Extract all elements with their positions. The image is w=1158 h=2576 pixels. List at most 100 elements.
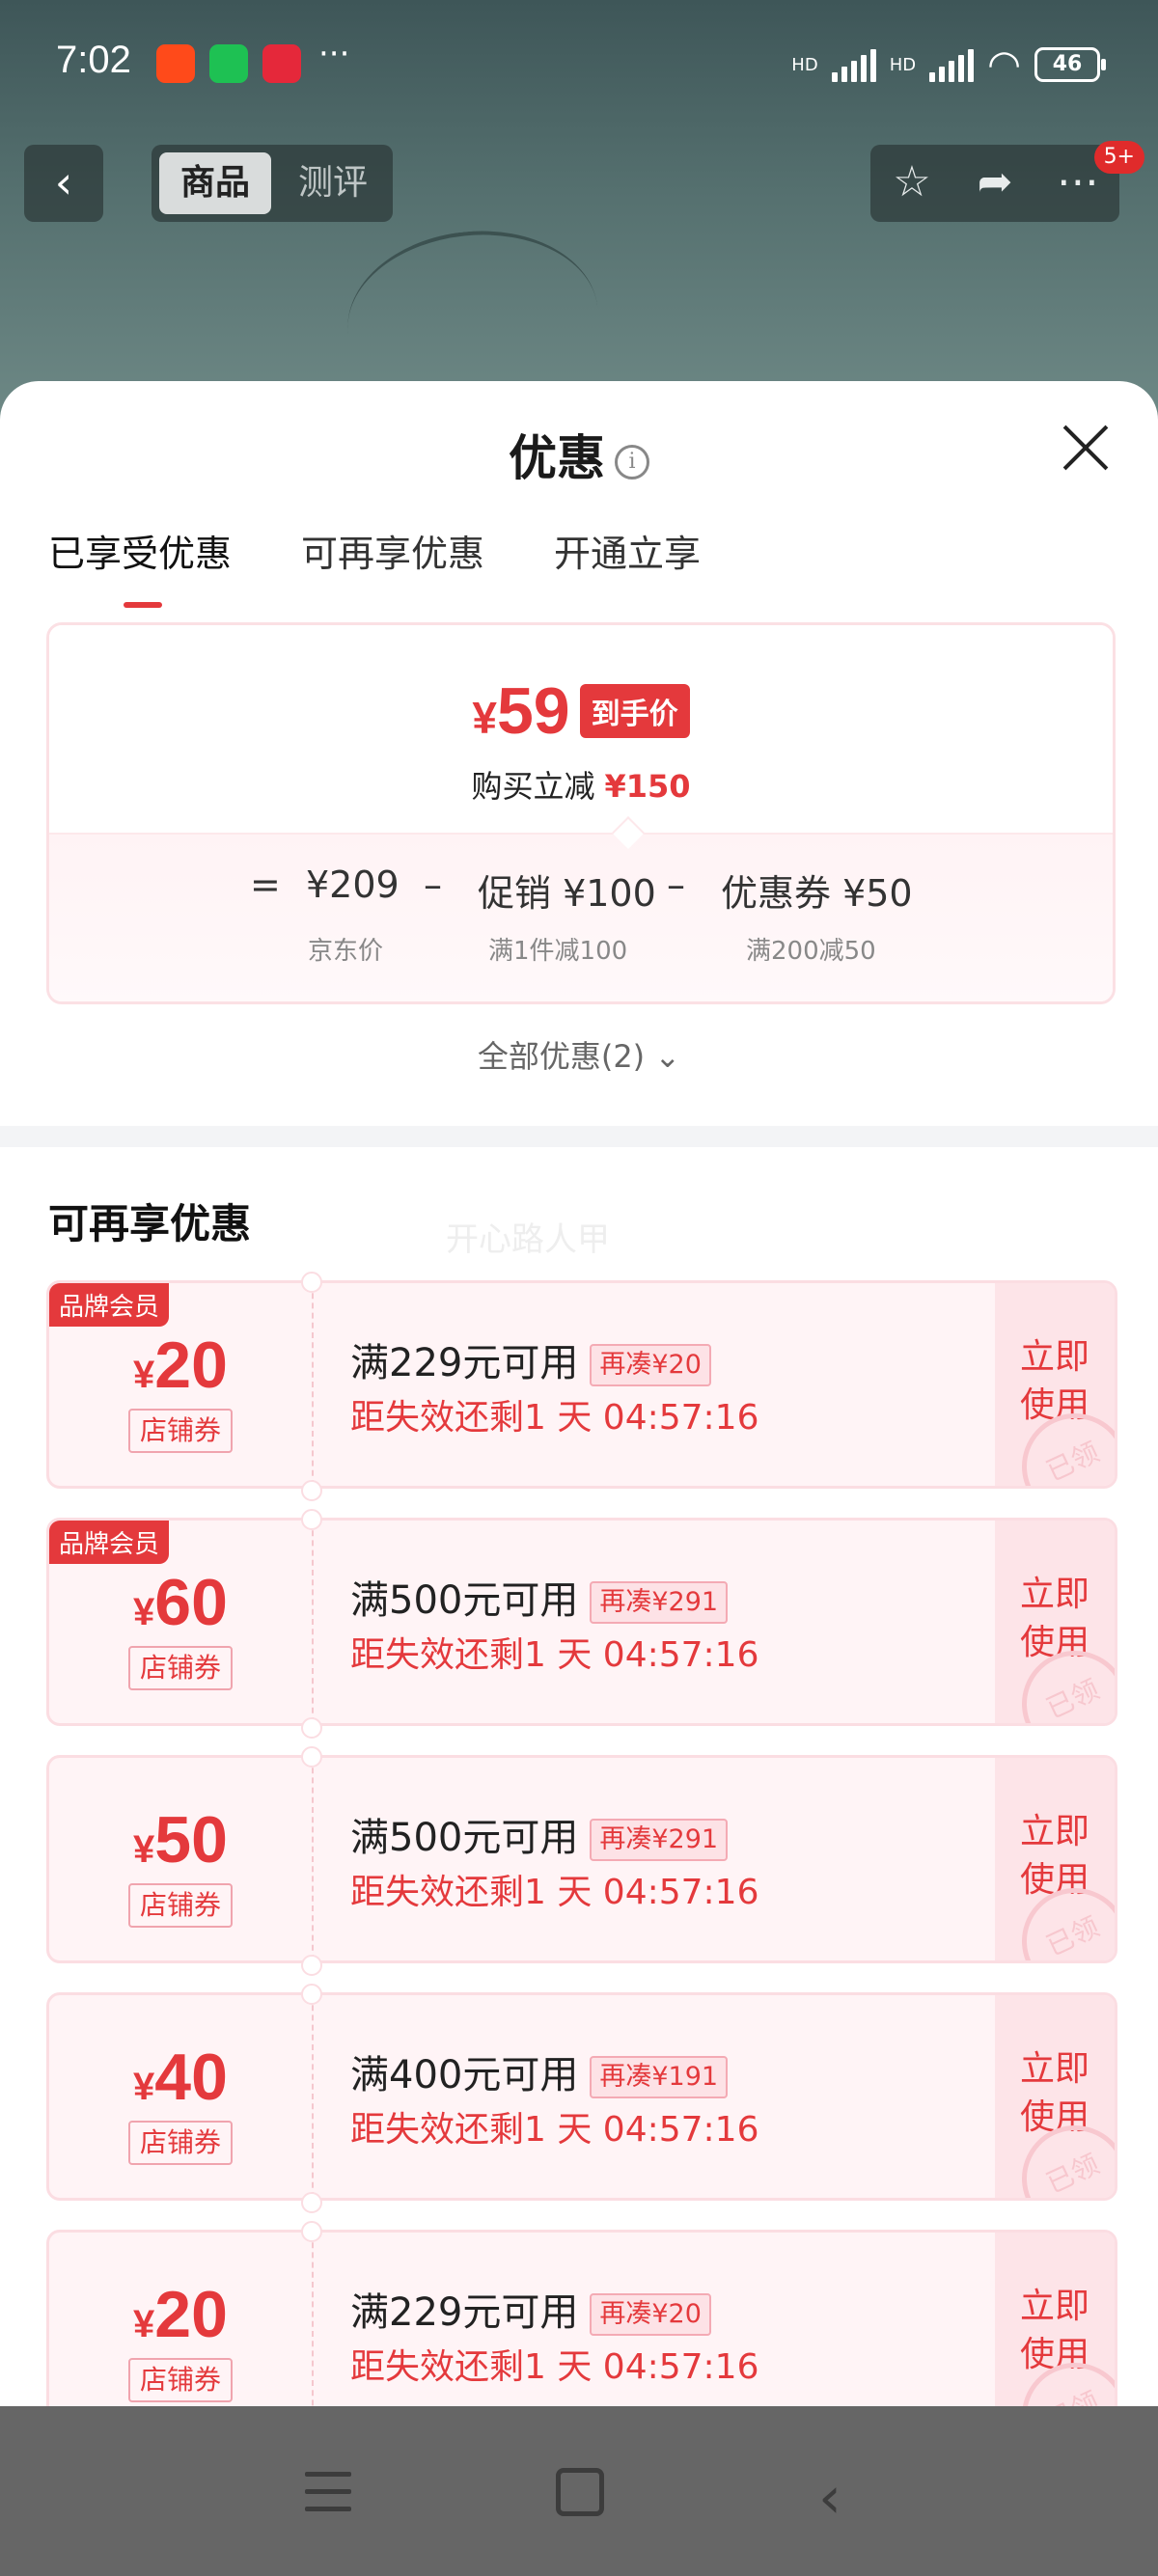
coupon-amount: ¥40 — [133, 2041, 228, 2114]
coupon-amount: 优惠券 ¥50 — [721, 872, 913, 915]
coupon-notch — [301, 1717, 322, 1739]
share-icon[interactable]: ➦ — [953, 145, 1036, 222]
coupon-expiry: 距失效还剩1 天 04:57:16 — [350, 1635, 759, 1675]
coupon-extra-needed: 再凑¥191 — [590, 2056, 729, 2098]
home-icon[interactable] — [556, 2468, 604, 2516]
all-offers-toggle[interactable]: 全部优惠(2) ⌄ — [0, 1032, 1158, 1077]
sheet-title-wrap: 优惠 i — [0, 420, 1158, 489]
coupon-card: ¥20 店铺券 满229元可用 再凑¥20 距失效还剩1 天 04:57:16 立… — [46, 2230, 1117, 2407]
coupon-label: 满200减50 — [746, 937, 876, 966]
brand-member-badge: 品牌会员 — [49, 1521, 170, 1564]
jd-price: ¥209 — [306, 863, 400, 906]
coupon-kind: 店铺券 — [128, 1883, 233, 1928]
coupon-expiry: 距失效还剩1 天 04:57:16 — [350, 2110, 759, 2150]
price-summary-card: ¥59 到手价 购买立减 ¥150 = ¥209 京东价 – 促销 ¥100 满1件… — [46, 622, 1116, 1004]
coupon-condition: 满500元可用 再凑¥291 — [350, 1806, 729, 1862]
tab-more-offers[interactable]: 可再享优惠 — [301, 524, 484, 577]
offer-tabs: 已享受优惠 可再享优惠 开通立享 — [48, 524, 701, 608]
coupon-extra-needed: 再凑¥291 — [590, 1581, 729, 1624]
top-actions: ☆ ➦ ⋯ — [870, 145, 1119, 222]
network-type-2: HD — [889, 54, 917, 75]
close-icon[interactable] — [1062, 425, 1110, 473]
coupon-notch — [301, 1272, 322, 1293]
jd-price-label: 京东价 — [308, 937, 384, 966]
tab-product[interactable]: 商品 — [159, 152, 271, 214]
brand-member-badge: 品牌会员 — [49, 1283, 170, 1327]
coupon-condition: 满229元可用 再凑¥20 — [350, 1331, 711, 1387]
status-right-group: HD HD ◠ 46 — [791, 42, 1106, 87]
signal-icon-1 — [831, 47, 876, 82]
coupon-card: 品牌会员 ¥60 店铺券 满500元可用 再凑¥291 距失效还剩1 天 04:5… — [46, 1518, 1117, 1726]
section-title: 可再享优惠 — [48, 1200, 252, 1247]
coupon-notch — [301, 1955, 322, 1976]
reduction-amount: ¥150 — [604, 768, 691, 805]
final-price: ¥59 — [472, 674, 570, 748]
coupon-kind: 店铺券 — [128, 1409, 233, 1453]
network-type-1: HD — [791, 54, 818, 75]
coupon-card: 品牌会员 ¥20 店铺券 满229元可用 再凑¥20 距失效还剩1 天 04:57… — [46, 1280, 1117, 1489]
promo-label: 满1件减100 — [488, 937, 628, 966]
coupon-kind: 店铺券 — [128, 2121, 233, 2165]
use-now-button[interactable]: 立即 使用 — [995, 2045, 1115, 2142]
coupon-expiry: 距失效还剩1 天 04:57:16 — [350, 1873, 759, 1912]
back-icon[interactable]: ‹ — [818, 2464, 841, 2532]
message-badge: 5+ — [1093, 141, 1144, 174]
watermark: 开心路人甲 — [446, 1220, 610, 1259]
coupon-condition: 满500元可用 再凑¥291 — [350, 1569, 729, 1625]
status-time: 7:02 — [56, 39, 131, 81]
coupon-amount: ¥50 — [133, 1803, 228, 1877]
battery-icon: 46 — [1034, 47, 1106, 82]
tab-membership-offers[interactable]: 开通立享 — [554, 524, 701, 577]
coupon-notch — [301, 1480, 322, 1501]
offers-sheet: 优惠 i 已享受优惠 可再享优惠 开通立享 ¥59 到手价 购买立减 ¥150 = ¥… — [0, 381, 1158, 2407]
promo-amount: 促销 ¥100 — [478, 872, 656, 915]
taobao-special-icon — [262, 44, 301, 83]
product-tab-switch: 商品 测评 — [152, 145, 393, 222]
tab-review[interactable]: 测评 — [281, 152, 385, 214]
favorite-star-icon[interactable]: ☆ — [870, 145, 953, 222]
coupon-notch — [301, 2192, 322, 2213]
system-nav-bar: ‹ — [0, 2406, 1158, 2576]
back-button[interactable]: ‹ — [24, 145, 103, 222]
status-bar: 7:02 ··· HD HD ◠ 46 — [0, 0, 1158, 125]
sheet-title: 优惠 — [509, 430, 605, 486]
section-divider — [0, 1126, 1158, 1147]
signal-icon-2 — [929, 47, 975, 82]
coupon-condition: 满400元可用 再凑¥191 — [350, 2043, 729, 2099]
price-breakdown: = ¥209 京东价 – 促销 ¥100 满1件减100 – 优惠券 ¥50 满… — [49, 833, 1113, 1001]
chevron-down-icon: ⌄ — [654, 1038, 681, 1075]
minus-sign-2: – — [667, 863, 685, 906]
coupon-card: ¥50 店铺券 满500元可用 再凑¥291 距失效还剩1 天 04:57:16 … — [46, 1755, 1117, 1963]
menu-icon[interactable] — [305, 2472, 351, 2514]
coupon-notch — [301, 1984, 322, 2005]
wifi-icon: ◠ — [987, 42, 1021, 87]
chevron-left-icon: ‹ — [54, 156, 73, 208]
wechat-icon — [209, 44, 248, 83]
coupon-kind: 店铺券 — [128, 1646, 233, 1690]
coupon-expiry: 距失效还剩1 天 04:57:16 — [350, 1398, 759, 1438]
coupon-extra-needed: 再凑¥20 — [590, 1344, 711, 1386]
taobao-icon — [156, 44, 195, 83]
coupon-notch — [301, 1746, 322, 1768]
coupon-notch — [301, 2221, 322, 2242]
coupon-amount: ¥20 — [133, 1329, 228, 1402]
coupon-extra-needed: 再凑¥291 — [590, 1819, 729, 1861]
use-now-button[interactable]: 立即 使用 — [995, 2283, 1115, 2379]
coupon-notch — [301, 1509, 322, 1530]
instant-reduction: 购买立减 ¥150 — [471, 768, 691, 805]
coupon-amount: ¥20 — [133, 2278, 228, 2351]
use-now-button[interactable]: 立即 使用 — [995, 1808, 1115, 1905]
top-nav: ‹ 商品 测评 ☆ ➦ ⋯ 5+ — [0, 141, 1158, 222]
equals-sign: = — [250, 863, 281, 906]
final-price-tag: 到手价 — [579, 684, 690, 738]
coupon-card: ¥40 店铺券 满400元可用 再凑¥191 距失效还剩1 天 04:57:16 … — [46, 1992, 1117, 2201]
tab-enjoyed-offers[interactable]: 已享受优惠 — [48, 524, 232, 608]
minus-sign-1: – — [424, 863, 442, 906]
info-icon[interactable]: i — [615, 444, 649, 480]
use-now-button[interactable]: 立即 使用 — [995, 1333, 1115, 1430]
more-notifications-icon: ··· — [318, 35, 350, 73]
coupon-condition: 满229元可用 再凑¥20 — [350, 2281, 711, 2337]
coupon-expiry: 距失效还剩1 天 04:57:16 — [350, 2347, 759, 2387]
use-now-button[interactable]: 立即 使用 — [995, 1571, 1115, 1667]
price-summary-top: ¥59 到手价 购买立减 ¥150 — [49, 625, 1113, 833]
